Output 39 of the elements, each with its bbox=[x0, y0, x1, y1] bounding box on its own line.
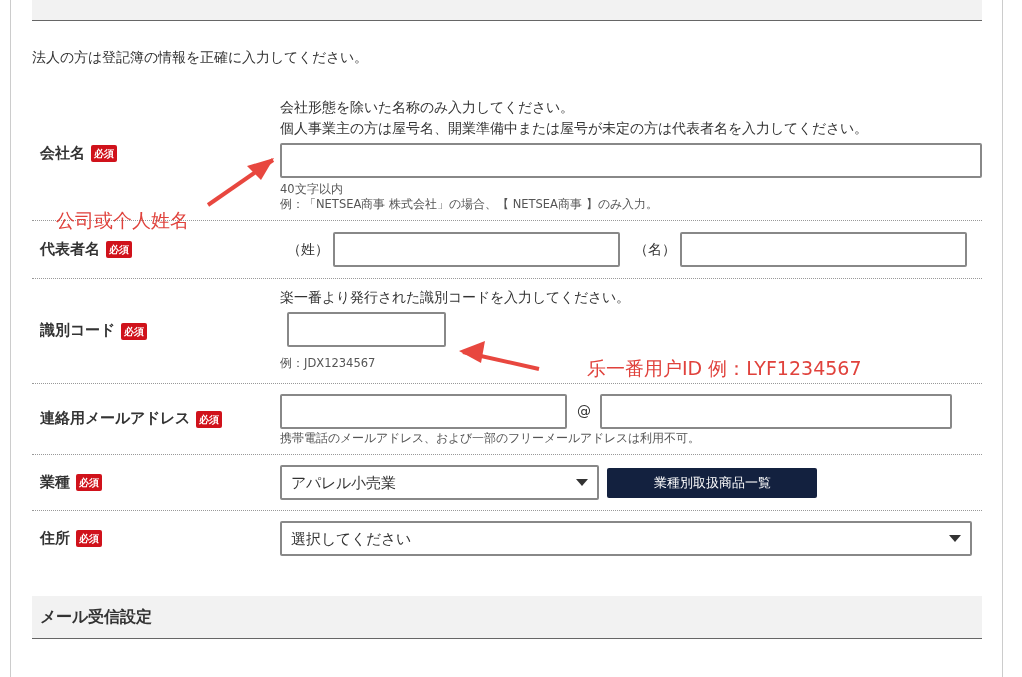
required-tag: 必須 bbox=[106, 241, 132, 259]
caret-icon bbox=[576, 479, 588, 487]
hint-text: 会社形態を除いた名称のみ入力してください。 bbox=[280, 98, 575, 118]
field-label: 代表者名 bbox=[40, 239, 100, 259]
dropdown-select[interactable]: アパレル小売業 bbox=[280, 465, 599, 501]
input-field[interactable] bbox=[333, 232, 620, 268]
required-tag: 必須 bbox=[91, 145, 117, 163]
required-tag: 必須 bbox=[76, 474, 102, 492]
name-part-label: （名） bbox=[634, 240, 676, 260]
input-field[interactable] bbox=[280, 394, 567, 430]
section-heading: メール受信設定 bbox=[32, 596, 982, 640]
required-tag: 必須 bbox=[76, 530, 102, 548]
helper-text: 例：「NETSEA商事 株式会社」の場合、【 NETSEA商事 】のみ入力。 bbox=[280, 197, 658, 213]
input-field[interactable] bbox=[680, 232, 967, 268]
list-button[interactable]: 業種別取扱商品一覧 bbox=[607, 467, 817, 498]
intro-text: 法人の方は登記簿の情報を正確に入力してください。 bbox=[32, 48, 369, 67]
field-label: 識別コード bbox=[40, 321, 115, 341]
helper-text: 例：JDX1234567 bbox=[280, 356, 376, 372]
required-tag: 必須 bbox=[196, 410, 222, 428]
input-field[interactable] bbox=[600, 394, 952, 430]
name-part-label: （姓） bbox=[287, 240, 329, 260]
dropdown-select[interactable]: 選択してください bbox=[280, 521, 972, 557]
input-field[interactable] bbox=[287, 312, 446, 348]
annotation-text: 乐一番用户ID 例：LYF1234567 bbox=[587, 356, 862, 381]
input-field[interactable] bbox=[280, 143, 982, 179]
arrow-icon bbox=[206, 158, 275, 207]
hint-text: 楽一番より発行された識別コードを入力してください。 bbox=[280, 288, 631, 308]
field-label: 会社名 bbox=[40, 143, 85, 163]
helper-text: 40文字以内 bbox=[280, 182, 343, 198]
field-label: 連絡用メールアドレス bbox=[40, 409, 190, 429]
field-label: 業種 bbox=[40, 472, 70, 492]
arrow-icon bbox=[459, 341, 540, 371]
helper-text: 携帯電話のメールアドレス、および一部のフリーメールアドレスは利用不可。 bbox=[280, 431, 700, 447]
hint-text: 個人事業主の方は屋号名、開業準備中または屋号が未定の方は代表者名を入力してください。 bbox=[280, 119, 869, 139]
caret-icon bbox=[949, 535, 961, 543]
annotation-text: 公司或个人姓名 bbox=[56, 208, 189, 233]
at-sign: @ bbox=[577, 402, 591, 422]
field-label: 住所 bbox=[40, 528, 70, 548]
required-tag: 必須 bbox=[121, 322, 147, 340]
